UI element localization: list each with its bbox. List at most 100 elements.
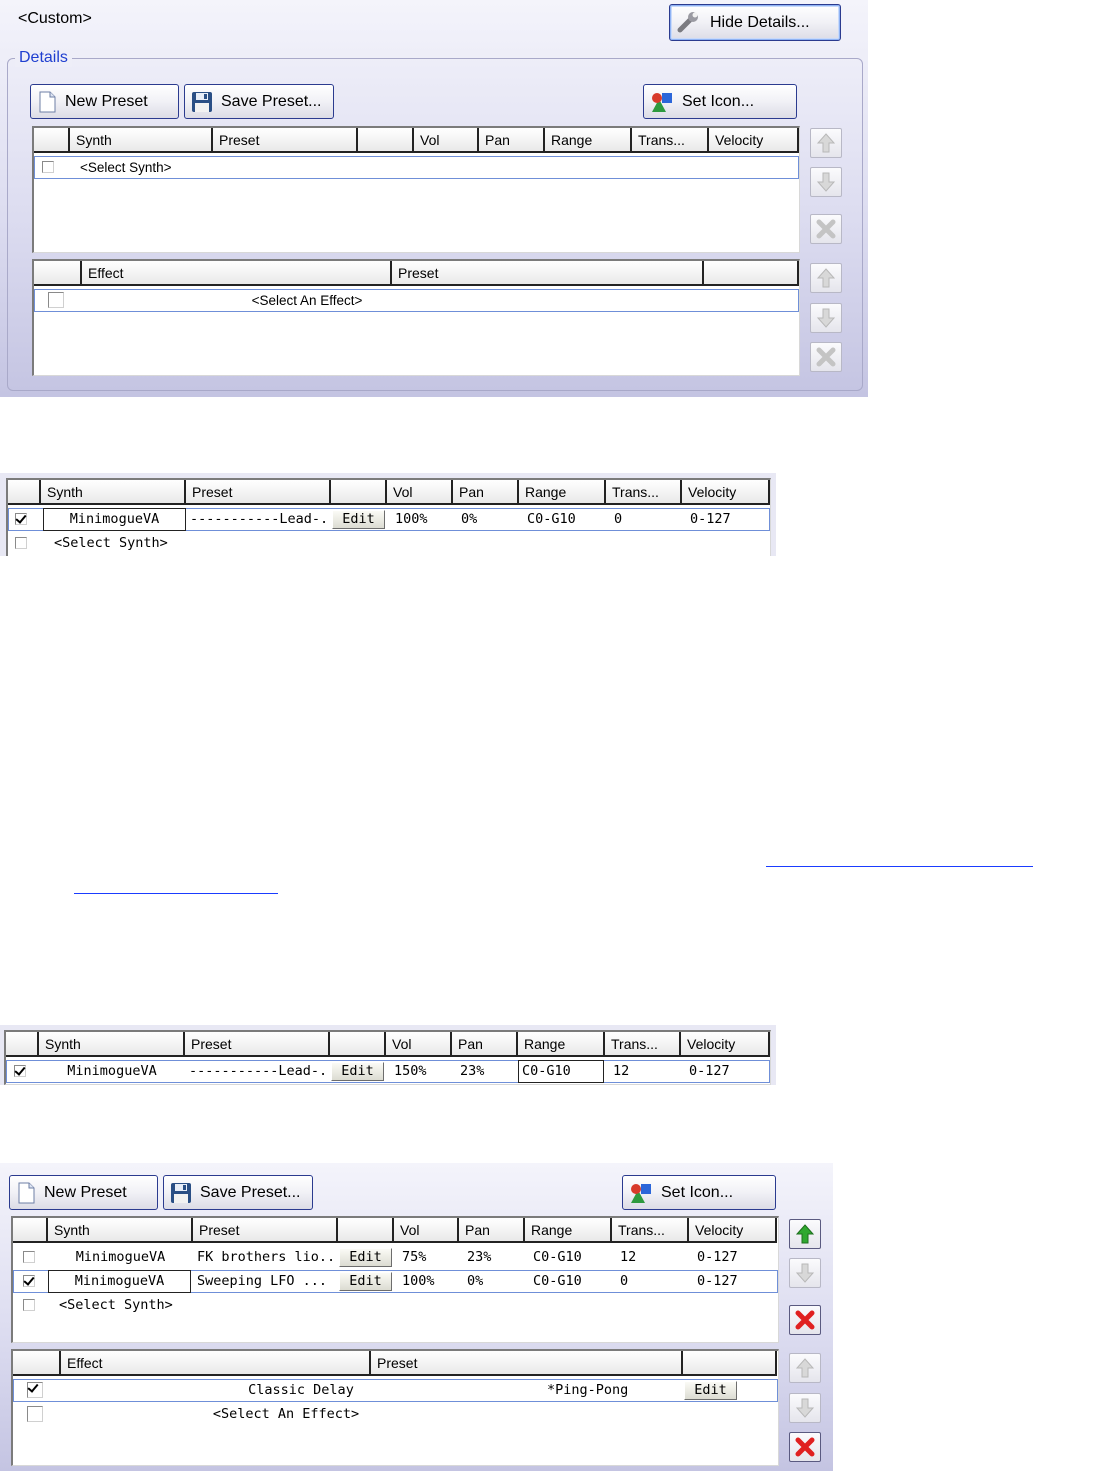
hyperlink-underline[interactable] <box>766 866 1033 867</box>
enable-checkbox[interactable] <box>42 161 54 173</box>
enable-checkbox[interactable] <box>27 1382 43 1398</box>
column-header-velocity[interactable]: Velocity <box>689 1218 777 1243</box>
synth-list[interactable]: Synth Preset Vol Pan Range Trans... Velo… <box>11 1216 779 1343</box>
enable-checkbox[interactable] <box>27 1406 43 1422</box>
column-header-synth[interactable]: Synth <box>48 1218 193 1243</box>
column-header-pan[interactable]: Pan <box>452 1032 518 1057</box>
column-header-edit[interactable] <box>331 480 387 505</box>
table-row[interactable]: MinimogueVA Sweeping LFO ... Edit 100% 0… <box>13 1270 778 1293</box>
column-header-vol[interactable]: Vol <box>386 1032 452 1057</box>
range-cell[interactable]: C0-G10 <box>518 1060 604 1083</box>
effect-move-up-button[interactable] <box>789 1353 821 1383</box>
column-header-check[interactable] <box>13 1351 61 1376</box>
column-header-synth[interactable]: Synth <box>39 1032 185 1057</box>
column-header-edit[interactable] <box>338 1218 394 1243</box>
edit-button[interactable]: Edit <box>332 510 385 529</box>
column-header-synth[interactable]: Synth <box>70 128 213 153</box>
arrow-up-icon <box>796 1358 814 1378</box>
effect-move-up-button[interactable] <box>810 263 842 293</box>
table-row[interactable]: MinimogueVA -----------Lead-... Edit 100… <box>8 508 770 531</box>
set-icon-button[interactable]: Set Icon... <box>622 1175 776 1210</box>
enable-checkbox[interactable] <box>23 1251 35 1263</box>
column-header-effect[interactable]: Effect <box>82 261 392 286</box>
list-item[interactable]: <Select Synth> <box>34 156 799 179</box>
enable-checkbox[interactable] <box>15 513 27 525</box>
column-header-preset[interactable]: Preset <box>185 1032 330 1057</box>
column-header-trans[interactable]: Trans... <box>606 480 682 505</box>
new-preset-button[interactable]: New Preset <box>9 1175 158 1210</box>
delete-button[interactable] <box>789 1305 821 1335</box>
column-header-edit[interactable] <box>330 1032 386 1057</box>
column-header-synth[interactable]: Synth <box>41 480 186 505</box>
column-header-effect-edit[interactable] <box>683 1351 777 1376</box>
delete-button[interactable] <box>810 214 842 244</box>
synth-list-example-two[interactable]: Synth Preset Vol Pan Range Trans... Velo… <box>4 1030 771 1085</box>
move-down-button[interactable] <box>810 167 842 197</box>
synth-cell[interactable]: MinimogueVA <box>43 508 186 531</box>
move-down-button[interactable] <box>789 1258 821 1288</box>
synth-cell[interactable]: MinimogueVA <box>48 1270 191 1293</box>
list-item[interactable]: Classic Delay *Ping-Pong Edit <box>13 1379 778 1402</box>
enable-checkbox[interactable] <box>23 1299 35 1311</box>
edit-button[interactable]: Edit <box>684 1381 737 1400</box>
column-header-check[interactable] <box>13 1218 48 1243</box>
effect-move-down-button[interactable] <box>810 303 842 333</box>
hyperlink-underline[interactable] <box>74 893 278 894</box>
column-header-vol[interactable]: Vol <box>414 128 479 153</box>
table-row[interactable]: MinimogueVA FK brothers lio... Edit 75% … <box>13 1246 778 1269</box>
column-header-check[interactable] <box>34 261 82 286</box>
column-header-velocity[interactable]: Velocity <box>709 128 799 153</box>
column-header-check[interactable] <box>6 1032 39 1057</box>
effect-delete-button[interactable] <box>810 342 842 372</box>
column-header-preset[interactable]: Preset <box>193 1218 338 1243</box>
enable-checkbox[interactable] <box>14 1065 26 1077</box>
column-header-check[interactable] <box>34 128 70 153</box>
new-preset-button[interactable]: New Preset <box>30 84 179 119</box>
table-row[interactable]: <Select Synth> <box>13 1294 778 1317</box>
column-header-trans[interactable]: Trans... <box>605 1032 681 1057</box>
column-header-effect-preset[interactable]: Preset <box>371 1351 683 1376</box>
column-header-pan[interactable]: Pan <box>459 1218 525 1243</box>
edit-button[interactable]: Edit <box>339 1272 392 1291</box>
table-row[interactable]: <Select Synth> <box>8 532 770 555</box>
effect-delete-button[interactable] <box>789 1432 821 1462</box>
column-header-pan[interactable]: Pan <box>453 480 519 505</box>
column-header-preset[interactable]: Preset <box>213 128 358 153</box>
enable-checkbox[interactable] <box>15 537 27 549</box>
column-header-velocity[interactable]: Velocity <box>681 1032 770 1057</box>
edit-button[interactable]: Edit <box>339 1248 392 1267</box>
column-header-range[interactable]: Range <box>518 1032 605 1057</box>
save-preset-button[interactable]: Save Preset... <box>184 84 334 119</box>
enable-checkbox[interactable] <box>23 1275 35 1287</box>
effect-move-down-button[interactable] <box>789 1393 821 1423</box>
column-header-effect-preset[interactable]: Preset <box>392 261 704 286</box>
save-preset-button[interactable]: Save Preset... <box>163 1175 313 1210</box>
column-header-effect[interactable]: Effect <box>61 1351 371 1376</box>
move-up-button[interactable] <box>810 128 842 158</box>
list-item[interactable]: <Select An Effect> <box>34 289 799 312</box>
column-header-range[interactable]: Range <box>525 1218 612 1243</box>
synth-list-example-one[interactable]: Synth Preset Vol Pan Range Trans... Velo… <box>6 478 771 556</box>
column-header-edit[interactable] <box>358 128 414 153</box>
move-up-button[interactable] <box>789 1219 821 1249</box>
column-header-trans[interactable]: Trans... <box>632 128 709 153</box>
edit-button[interactable]: Edit <box>331 1062 384 1081</box>
column-header-range[interactable]: Range <box>545 128 632 153</box>
column-header-vol[interactable]: Vol <box>387 480 453 505</box>
column-header-vol[interactable]: Vol <box>394 1218 459 1243</box>
column-header-velocity[interactable]: Velocity <box>682 480 770 505</box>
column-header-trans[interactable]: Trans... <box>612 1218 689 1243</box>
column-header-check[interactable] <box>8 480 41 505</box>
column-header-range[interactable]: Range <box>519 480 606 505</box>
column-header-preset[interactable]: Preset <box>186 480 331 505</box>
column-header-effect-edit[interactable] <box>704 261 799 286</box>
column-header-pan[interactable]: Pan <box>479 128 545 153</box>
list-item[interactable]: <Select An Effect> <box>13 1403 778 1426</box>
synth-list[interactable]: Synth Preset Vol Pan Range Trans... Velo… <box>32 126 800 253</box>
hide-details-button[interactable]: Hide Details... <box>669 4 841 41</box>
effect-list[interactable]: Effect Preset <Select An Effect> <box>32 259 800 376</box>
effect-list[interactable]: Effect Preset Classic Delay *Ping-Pong E… <box>11 1349 779 1466</box>
set-icon-button[interactable]: Set Icon... <box>643 84 797 119</box>
enable-checkbox[interactable] <box>48 292 64 308</box>
table-row[interactable]: MinimogueVA -----------Lead-... Edit 150… <box>6 1060 770 1083</box>
